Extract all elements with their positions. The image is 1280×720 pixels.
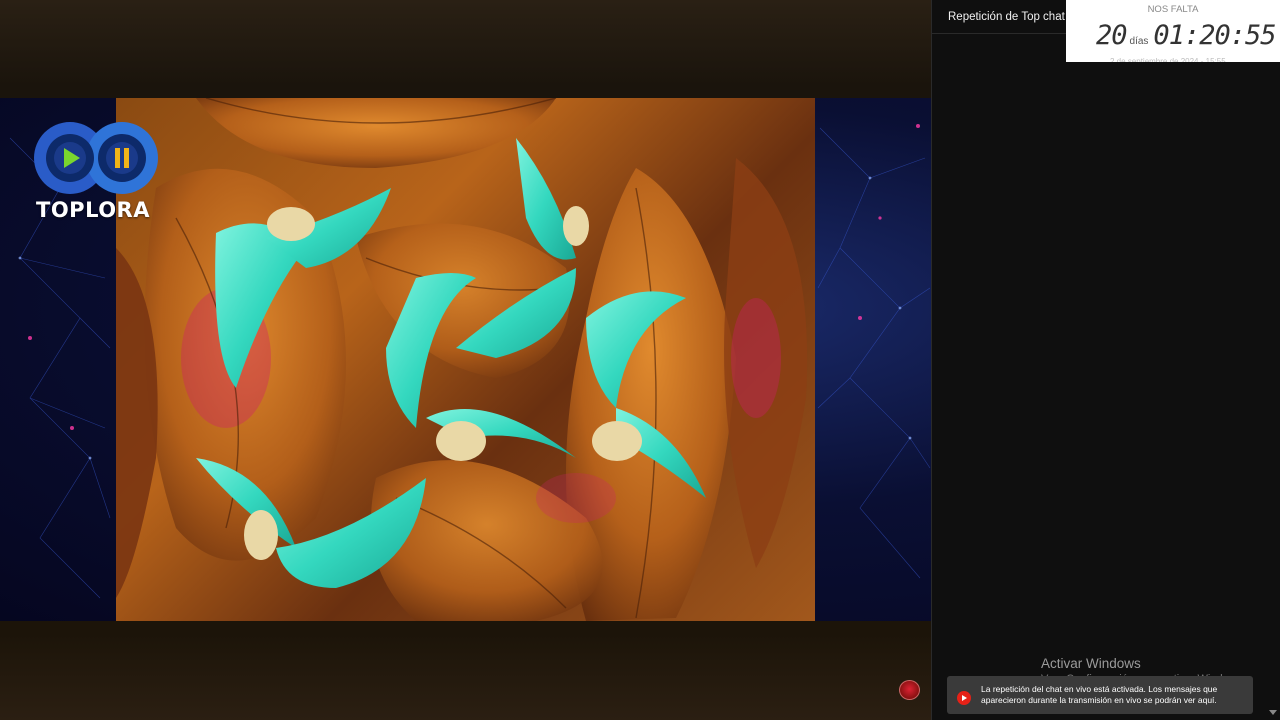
countdown-title: NOS FALTA	[1147, 4, 1199, 15]
video-player[interactable]: TOPLORA	[0, 0, 931, 720]
channel-watermark-icon[interactable]	[899, 680, 920, 700]
toplora-wordmark: TOPLORA	[36, 198, 150, 222]
chat-replay-notice: La repetición del chat en vivo está acti…	[947, 676, 1253, 714]
countdown-widget: NOS FALTA 20 días 01:20:55 2 de septiemb…	[1066, 0, 1280, 62]
countdown-subtitle: 2 de septiembre de 2024 - 15:55	[1110, 57, 1226, 62]
live-chat-panel: Repetición de Top chat	[931, 0, 1280, 720]
app-root: TOPLORA Repetición de Top chat NOS FALTA…	[0, 0, 1280, 720]
jade-vine-photo	[116, 98, 815, 621]
youtube-play-icon	[957, 691, 971, 705]
countdown-time: 01:20:55	[1153, 20, 1276, 51]
activation-heading: Activar Windows	[1041, 656, 1141, 671]
chat-mode-dropdown[interactable]: Repetición de Top chat	[948, 8, 1079, 23]
countdown-row: 20 días 01:20:55	[1096, 20, 1276, 51]
chat-replay-notice-text: La repetición del chat en vivo está acti…	[981, 684, 1218, 705]
countdown-days-unit: días	[1129, 36, 1149, 47]
countdown-days: 20	[1096, 20, 1128, 51]
chat-mode-label: Repetición de Top chat	[948, 10, 1065, 23]
scroll-down-arrow-icon[interactable]	[1269, 710, 1277, 715]
pause-icon	[106, 142, 138, 174]
play-icon	[54, 142, 86, 174]
